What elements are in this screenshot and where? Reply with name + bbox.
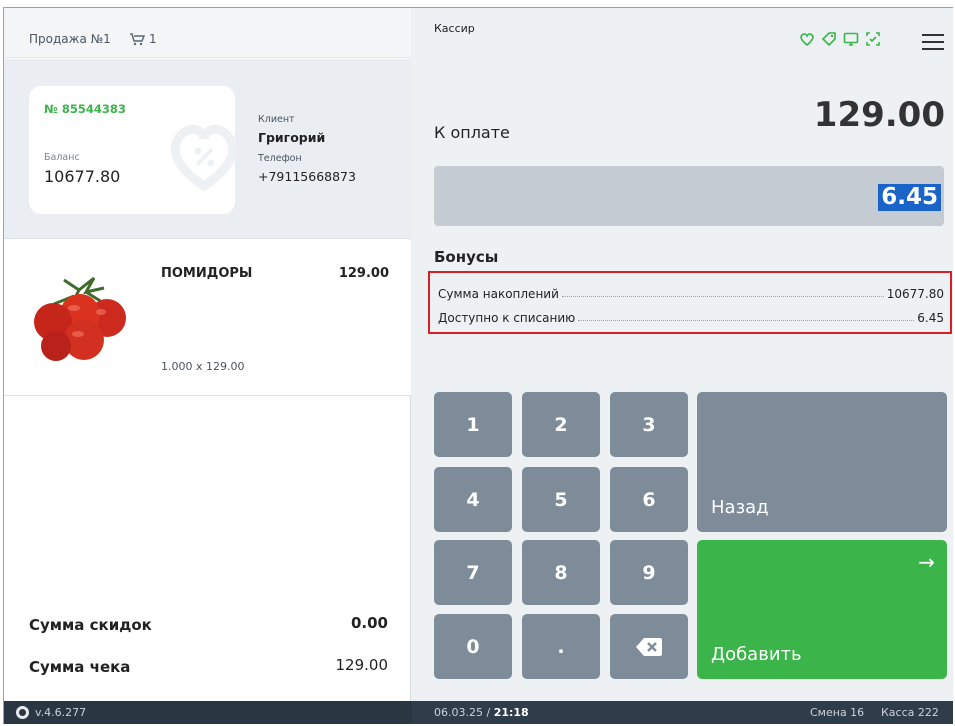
item-quantity: 1.000 x 129.00 [161, 360, 245, 373]
cart-item[interactable]: ПОМИДОРЫ 129.00 1.000 x 129.00 [4, 240, 411, 396]
time: 21:18 [493, 706, 529, 719]
dot-leader [561, 296, 884, 297]
check-sum-label: Сумма чека [29, 658, 131, 676]
phone-label: Телефон [258, 153, 302, 164]
heart-watermark-icon [170, 124, 235, 192]
arrow-right-icon: → [918, 550, 935, 574]
add-button[interactable]: Добавить → [697, 540, 947, 679]
add-label: Добавить [711, 644, 802, 665]
key-6[interactable]: 6 [610, 467, 688, 532]
tag-icon[interactable] [820, 30, 838, 48]
customer-area: № 85544383 Баланс 10677.80 Клиент Григор… [4, 59, 411, 239]
pos-window: Продажа №1 1 № 85544383 Баланс 10677.80 [3, 7, 953, 724]
key-9[interactable]: 9 [610, 540, 688, 605]
monitor-icon[interactable] [842, 30, 860, 48]
scan-icon[interactable] [864, 30, 882, 48]
heart-icon[interactable] [798, 30, 816, 48]
dot-leader [578, 320, 915, 321]
discount-sum-value: 0.00 [350, 614, 388, 632]
client-name: Григорий [258, 130, 326, 145]
payment-panel: Кассир К оплате 129.00 6.45 Бонусы Сумма… [412, 8, 953, 701]
client-label: Клиент [258, 114, 295, 125]
card-balance-label: Баланс [44, 152, 80, 163]
available-label: Доступно к списанию [438, 311, 576, 325]
card-balance: 10677.80 [44, 167, 121, 186]
backspace-key[interactable] [610, 614, 688, 679]
key-1[interactable]: 1 [434, 392, 512, 457]
clipped-caption [0, 0, 955, 7]
shift-number: Смена 16 [810, 706, 865, 719]
pay-label: К оплате [434, 123, 510, 142]
menu-icon[interactable] [922, 34, 944, 50]
pay-total: 129.00 [813, 95, 945, 135]
toolbar-icons [798, 30, 882, 48]
card-number: № 85544383 [44, 102, 126, 116]
available-row: Доступно к списанию 6.45 [438, 307, 944, 325]
app-logo-icon [16, 706, 29, 719]
key-4[interactable]: 4 [434, 467, 512, 532]
key-dot[interactable]: . [522, 614, 600, 679]
bonuses-title: Бонусы [434, 248, 499, 266]
sale-title[interactable]: Продажа №1 [29, 32, 111, 46]
discount-sum-label: Сумма скидок [29, 616, 152, 634]
backspace-icon [636, 637, 662, 656]
app-version: v.4.6.277 [35, 706, 87, 719]
item-name: ПОМИДОРЫ [161, 266, 253, 281]
sale-header: Продажа №1 1 [4, 8, 411, 58]
accumulated-row: Сумма накоплений 10677.80 [438, 283, 944, 301]
cart-count: 1 [149, 32, 157, 46]
phone-value: +79115668873 [258, 169, 356, 184]
accumulated-label: Сумма накоплений [438, 287, 559, 301]
accumulated-value: 10677.80 [886, 287, 944, 301]
product-image [34, 276, 126, 361]
date: 06.03.25 / [434, 706, 494, 719]
bonus-input-field[interactable]: 6.45 [434, 166, 944, 226]
available-value: 6.45 [917, 311, 944, 325]
item-price: 129.00 [338, 266, 389, 281]
loyalty-card[interactable]: № 85544383 Баланс 10677.80 [29, 86, 235, 214]
datetime: 06.03.25 / 21:18 [434, 706, 529, 719]
register-number: Касса 222 [881, 706, 939, 719]
bonus-info-box: Сумма накоплений 10677.80 Доступно к спи… [428, 271, 952, 334]
key-2[interactable]: 2 [522, 392, 600, 457]
bonus-input-value: 6.45 [878, 184, 941, 211]
sale-panel: Продажа №1 1 № 85544383 Баланс 10677.80 [4, 8, 411, 724]
key-0[interactable]: 0 [434, 614, 512, 679]
back-button[interactable]: Назад [697, 392, 947, 532]
key-5[interactable]: 5 [522, 467, 600, 532]
key-8[interactable]: 8 [522, 540, 600, 605]
status-bar: v.4.6.277 06.03.25 / 21:18 Смена 16 Касс… [4, 701, 953, 724]
cashier-name: Кассир [434, 22, 475, 35]
key-3[interactable]: 3 [610, 392, 688, 457]
key-7[interactable]: 7 [434, 540, 512, 605]
status-bar-left: v.4.6.277 [4, 701, 412, 724]
cart-icon [130, 33, 145, 46]
check-sum-value: 129.00 [335, 656, 389, 674]
